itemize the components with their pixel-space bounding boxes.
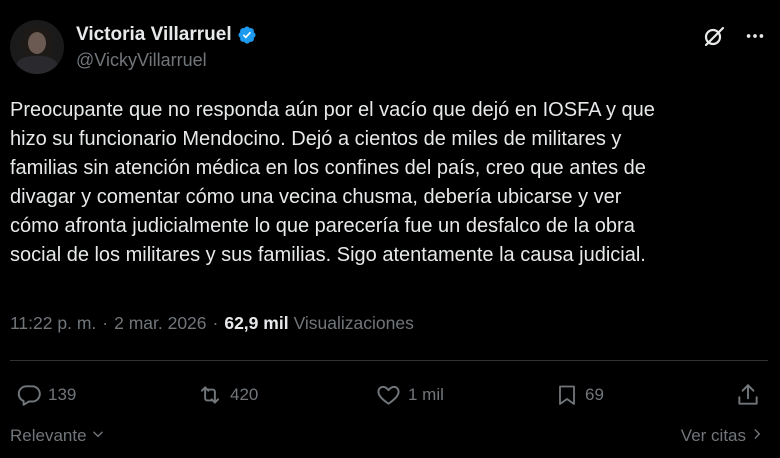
replies-footer: Relevante Ver citas [10, 424, 768, 450]
heart-icon [375, 382, 402, 408]
repost-icon [196, 382, 224, 408]
top-actions [702, 24, 766, 48]
views-label[interactable]: Visualizaciones [294, 313, 414, 334]
meta-separator: · [102, 313, 109, 333]
views-count[interactable]: 62,9 mil [224, 313, 288, 334]
verified-badge-icon[interactable] [237, 25, 257, 45]
avatar[interactable] [10, 20, 64, 74]
more-icon[interactable] [744, 25, 766, 47]
action-bar: 139 420 1 mil 69 [0, 377, 780, 413]
view-quotes-link[interactable]: Ver citas [681, 426, 764, 446]
grok-icon[interactable] [702, 24, 726, 48]
meta-separator: · [212, 313, 219, 333]
bookmark-button[interactable]: 69 [555, 377, 604, 413]
divider [10, 360, 768, 361]
bookmark-icon [555, 382, 579, 408]
handle[interactable]: @VickyVillarruel [76, 50, 257, 71]
reply-icon [16, 382, 42, 408]
reply-button[interactable]: 139 [16, 377, 76, 413]
chevron-right-icon [746, 426, 764, 446]
tweet-text: Preocupante que no responda aún por el v… [10, 99, 655, 266]
repost-count: 420 [230, 385, 259, 404]
share-button[interactable] [735, 377, 761, 413]
sort-replies-dropdown[interactable]: Relevante [10, 426, 105, 446]
share-icon [735, 382, 761, 408]
reply-count: 139 [48, 385, 77, 404]
sort-label: Relevante [10, 426, 87, 445]
quotes-label: Ver citas [680, 426, 746, 445]
repost-button[interactable]: 420 [196, 377, 258, 413]
bookmark-count: 69 [585, 385, 604, 404]
tweet-time[interactable]: 11:22 p. m. [10, 313, 96, 334]
author-names: Victoria Villarruel @VickyVillarruel [76, 22, 257, 71]
chevron-down-icon [87, 426, 105, 446]
tweet-date[interactable]: 2 mar. 2026 [114, 313, 206, 334]
like-button[interactable]: 1 mil [375, 377, 444, 413]
like-count: 1 mil [408, 385, 444, 404]
tweet-header: Victoria Villarruel @VickyVillarruel [10, 20, 770, 76]
display-name[interactable]: Victoria Villarruel [76, 24, 232, 46]
tweet-meta: 11:22 p. m. · 2 mar. 2026 · 62,9 mil Vis… [10, 313, 414, 334]
